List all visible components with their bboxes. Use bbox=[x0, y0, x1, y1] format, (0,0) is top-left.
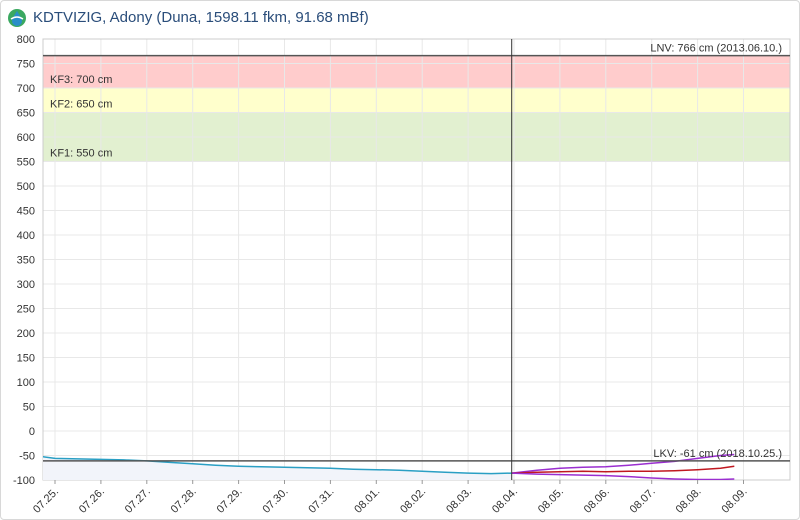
series-group bbox=[43, 453, 735, 480]
y-tick-label: 100 bbox=[17, 377, 35, 389]
y-tick-label: 800 bbox=[17, 34, 35, 46]
series-line-4 bbox=[511, 472, 735, 480]
y-tick-label: 300 bbox=[17, 279, 35, 291]
y-tick-label: -100 bbox=[13, 475, 35, 487]
threshold-band-2 bbox=[43, 88, 790, 113]
y-tick-label: 600 bbox=[17, 132, 35, 144]
x-tick-label: 08.03. bbox=[444, 486, 474, 516]
x-tick-label: 08.08. bbox=[674, 486, 704, 516]
x-tick-label: 07.31. bbox=[306, 486, 336, 516]
x-tick-label: 08.04. bbox=[490, 486, 520, 516]
y-tick-label: -50 bbox=[19, 451, 35, 463]
y-tick-label: 650 bbox=[17, 108, 35, 120]
x-tick-label: 08.09. bbox=[720, 486, 750, 516]
band-label-1: KF3: 700 cm bbox=[50, 74, 112, 86]
x-tick-label: 08.05. bbox=[536, 486, 566, 516]
y-tick-label: 50 bbox=[23, 402, 35, 414]
chart-area: KF3: 700 cm KF2: 650 cm KF1: 550 cm LNV: 76… bbox=[13, 34, 791, 516]
x-tick-label: 07.26. bbox=[77, 486, 107, 516]
y-tick-label: 550 bbox=[17, 157, 35, 169]
x-tick-label: 07.28. bbox=[169, 486, 199, 516]
x-tick-label: 08.01. bbox=[352, 486, 382, 516]
x-tick-label: 07.27. bbox=[123, 486, 153, 516]
y-tick-label: 750 bbox=[17, 59, 35, 71]
y-tick-label: 450 bbox=[17, 206, 35, 218]
y-tick-label: 700 bbox=[17, 83, 35, 95]
y-tick-label: 350 bbox=[17, 255, 35, 267]
band-label-2: KF2: 650 cm bbox=[50, 99, 112, 111]
x-tick-label: 08.07. bbox=[628, 486, 658, 516]
y-tick-label: 500 bbox=[17, 181, 35, 193]
y-tick-label: 150 bbox=[17, 353, 35, 365]
y-tick-label: 200 bbox=[17, 328, 35, 340]
x-tick-label: 08.06. bbox=[582, 486, 612, 516]
x-tick-label: 07.30. bbox=[261, 486, 291, 516]
y-tick-label: 250 bbox=[17, 304, 35, 316]
y-tick-label: 0 bbox=[29, 426, 35, 438]
x-tick-label: 08.02. bbox=[398, 486, 428, 516]
band-label-3: KF1: 550 cm bbox=[50, 148, 112, 160]
y-tick-label: 400 bbox=[17, 230, 35, 242]
reference-label-2: LKV: -61 cm (2018.10.25.) bbox=[653, 448, 782, 460]
x-tick-label: 07.29. bbox=[215, 486, 245, 516]
x-tick-label: 07.25. bbox=[31, 486, 61, 516]
threshold-band-1 bbox=[43, 55, 790, 88]
reference-label-1: LNV: 766 cm (2013.06.10.) bbox=[650, 43, 782, 55]
